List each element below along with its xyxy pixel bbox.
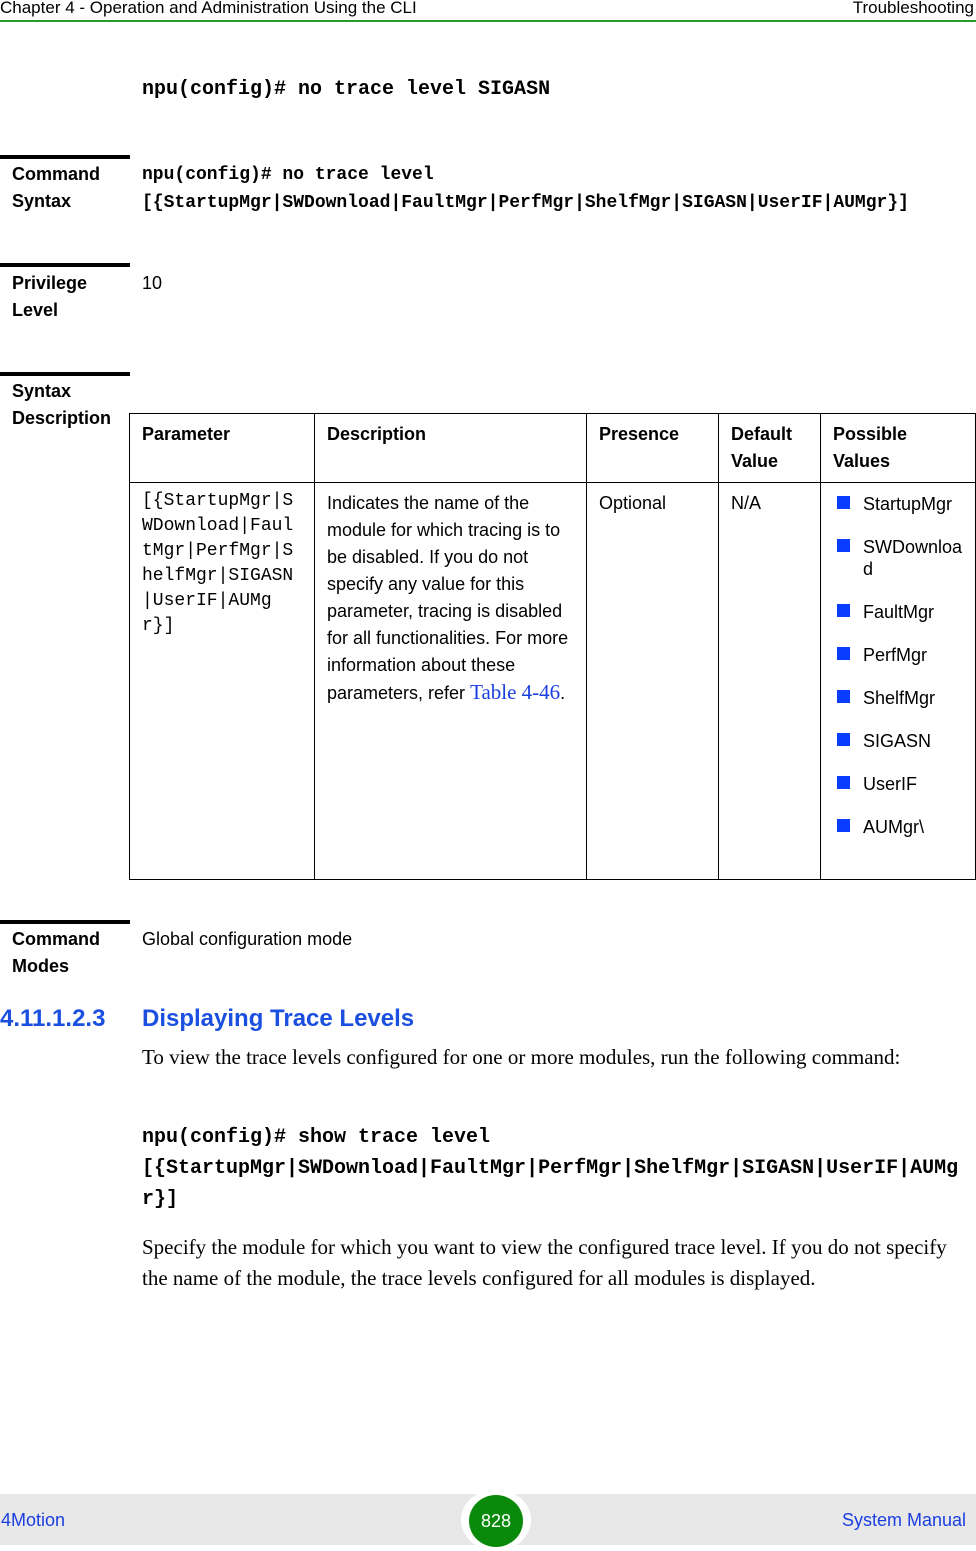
list-item: UserIF [833, 773, 963, 795]
privilege-label: Privilege Level [12, 273, 88, 320]
table-link[interactable]: Table 4-46 [470, 680, 560, 704]
divider [0, 263, 130, 267]
header-possible-values: Possible Values [820, 413, 976, 483]
show-command: npu(config)# show trace level [{StartupMg… [142, 1126, 959, 1211]
command-syntax-label: Command Syntax [12, 164, 101, 211]
header-parameter: Parameter [129, 413, 315, 483]
table-header-row: Parameter Description Presence Default V… [129, 413, 976, 483]
parameter-cell: [{StartupMgr|SWDownload|FaultMgr|PerfMgr… [129, 482, 315, 880]
command-modes-label: Command Modes [12, 929, 101, 976]
syntax-description-label: Syntax Description [12, 381, 112, 428]
list-item: ShelfMgr [833, 687, 963, 709]
chapter-title: Chapter 4 - Operation and Administration… [0, 0, 417, 17]
footer-product: 4Motion [1, 1510, 66, 1530]
divider [0, 920, 130, 924]
header-presence: Presence [586, 413, 719, 483]
list-item: SIGASN [833, 730, 963, 752]
divider [0, 155, 130, 159]
page-header: Chapter 4 - Operation and Administration… [0, 0, 976, 22]
section-heading: Displaying Trace Levels [142, 1005, 415, 1032]
list-item: PerfMgr [833, 644, 963, 666]
list-item: FaultMgr [833, 601, 963, 623]
privilege-value: 10 [142, 273, 163, 293]
header-default: Default Value [718, 413, 821, 483]
list-item: AUMgr\ [833, 816, 963, 838]
footer-manual: System Manual [841, 1510, 966, 1530]
list-item: SWDownload [833, 536, 963, 580]
possible-values-cell: StartupMgr SWDownload FaultMgr PerfMgr S… [820, 482, 976, 880]
page-number-badge: 828 [461, 1489, 531, 1551]
intro-paragraph: To view the trace levels configured for … [142, 1045, 901, 1069]
list-item: StartupMgr [833, 493, 963, 515]
section-number: 4.11.1.2.3 [0, 1005, 106, 1032]
table-row: [{StartupMgr|SWDownload|FaultMgr|PerfMgr… [129, 482, 976, 880]
section-title: Troubleshooting [852, 0, 974, 17]
parameter-table: Parameter Description Presence Default V… [129, 413, 976, 880]
header-description: Description [314, 413, 587, 483]
default-cell: N/A [718, 482, 821, 880]
divider [0, 372, 130, 376]
page-number: 828 [469, 1495, 523, 1547]
command-syntax: npu(config)# no trace level [{StartupMgr|… [142, 165, 909, 213]
command-example: npu(config)# no trace level SIGASN [142, 78, 551, 101]
body-paragraph: Specify the module for which you want to… [142, 1235, 947, 1290]
command-modes-value: Global configuration mode [142, 929, 353, 949]
presence-cell: Optional [586, 482, 719, 880]
description-cell: Indicates the name of the module for whi… [314, 482, 587, 880]
